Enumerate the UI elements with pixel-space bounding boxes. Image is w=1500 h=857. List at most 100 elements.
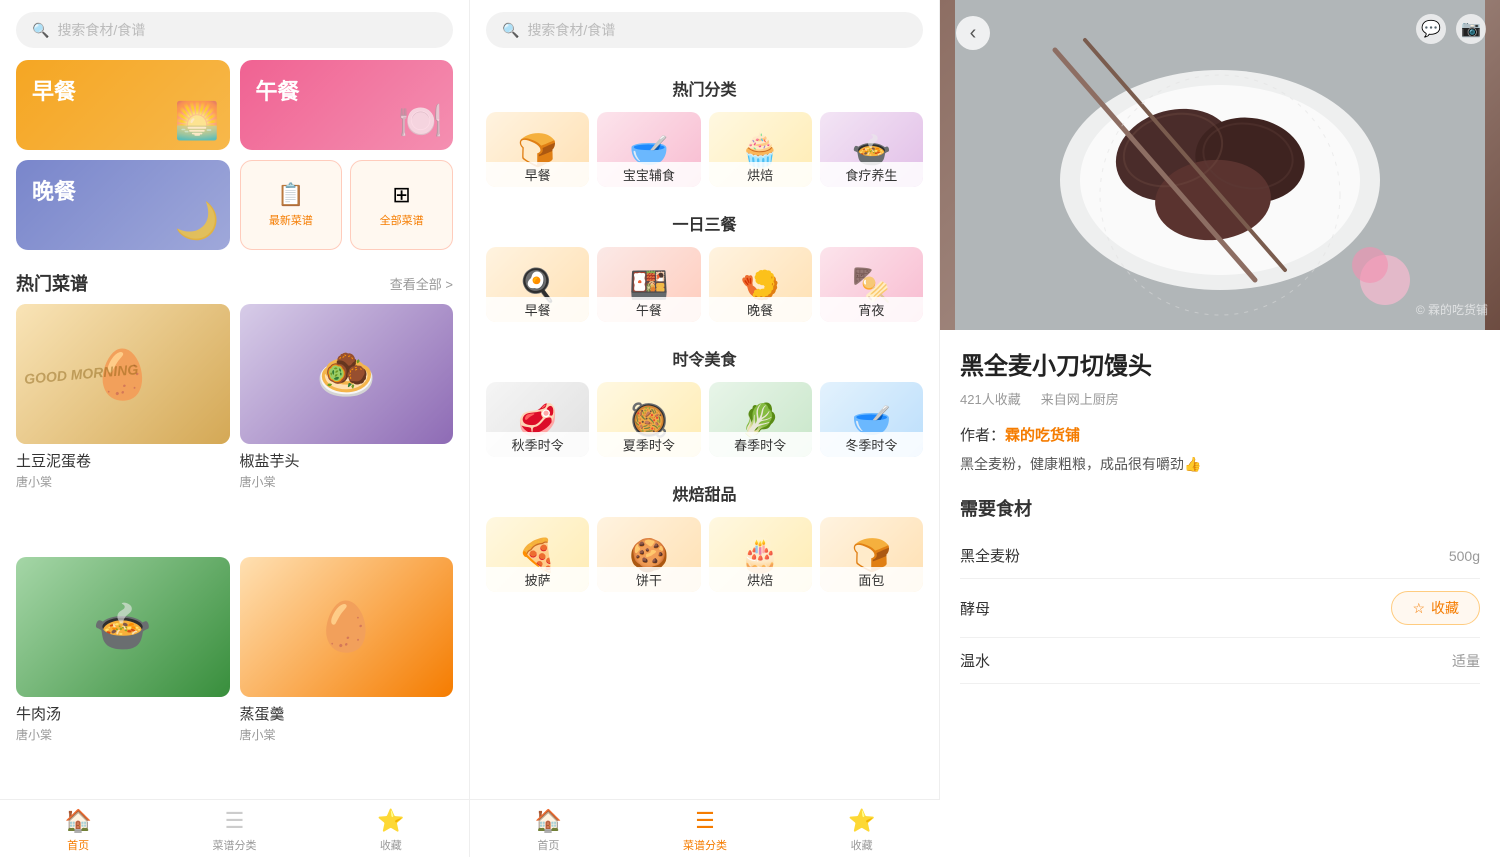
middle-nav-home[interactable]: 🏠 首页 — [470, 808, 627, 853]
tile-evening[interactable]: 🍤 晚餐 — [709, 247, 812, 322]
tile-cake-label: 烘焙 — [709, 567, 812, 592]
cat-dinner-icon: 🌙 — [175, 200, 220, 242]
right-panel: ‹ © 霖的吃货铺 💬 📷 黑全麦小刀切馒头 421人收藏 来自网上厨房 作者：… — [940, 0, 1500, 857]
left-search-placeholder: 搜索食材/食谱 — [57, 20, 145, 40]
baking-section: 烘焙甜品 🍕 披萨 🍪 饼干 🎂 烘焙 🍞 面包 — [470, 465, 939, 600]
tile-spring[interactable]: 🥬 春季时令 — [709, 382, 812, 457]
left-search-bar[interactable]: 🔍 搜索食材/食谱 — [16, 12, 453, 48]
top-action-icons: 💬 📷 — [1416, 14, 1486, 44]
back-icon: ‹ — [970, 22, 977, 45]
tile-cookie[interactable]: 🍪 饼干 — [597, 517, 700, 592]
recipe-desc: 黑全麦粉，健康粗粮，成品很有嚼劲👍 — [960, 453, 1480, 475]
cat-dinner[interactable]: 晚餐 🌙 — [16, 160, 230, 250]
ingredient-name-1: 酵母 — [960, 598, 990, 619]
tile-health[interactable]: 🍲 食疗养生 — [820, 112, 923, 187]
recipe-card-2[interactable]: 🍲 牛肉汤 唐小棠 — [16, 557, 230, 800]
all-recipes-icon: ⊞ — [392, 182, 410, 208]
tile-autumn-label: 秋季时令 — [486, 432, 589, 457]
tile-pizza[interactable]: 🍕 披萨 — [486, 517, 589, 592]
seasonal-section: 时令美食 🥩 秋季时令 🥘 夏季时令 🥬 春季时令 🥣 冬季时令 — [470, 330, 939, 465]
left-nav-collect-label: 收藏 — [380, 837, 402, 853]
middle-nav-collect-label: 收藏 — [851, 837, 873, 853]
recipe-author-0: 唐小棠 — [16, 473, 230, 490]
tile-bread[interactable]: 🍞 面包 — [820, 517, 923, 592]
middle-nav-home-label: 首页 — [537, 837, 559, 853]
tile-late[interactable]: 🍢 宵夜 — [820, 247, 923, 322]
tile-health-label: 食疗养生 — [820, 162, 923, 187]
hot-recipes-title: 热门菜谱 — [16, 270, 88, 296]
cat-lunch[interactable]: 午餐 🍽️ — [240, 60, 454, 150]
tile-cookie-label: 饼干 — [597, 567, 700, 592]
left-nav-collect[interactable]: ⭐ 收藏 — [313, 808, 469, 853]
tile-summer-label: 夏季时令 — [597, 432, 700, 457]
tile-late-label: 宵夜 — [820, 297, 923, 322]
recipe-img-3: 🥚 — [240, 557, 454, 697]
recipe-details: 黑全麦小刀切馒头 421人收藏 来自网上厨房 作者：霖的吃货铺 黑全麦粉，健康粗… — [940, 330, 1500, 857]
cat-breakfast-icon: 🌅 — [175, 100, 220, 142]
tile-noon-label: 午餐 — [597, 297, 700, 322]
tile-winter[interactable]: 🥣 冬季时令 — [820, 382, 923, 457]
recipe-meta: 421人收藏 来自网上厨房 — [960, 389, 1480, 408]
tile-baby[interactable]: 🥣 宝宝辅食 — [597, 112, 700, 187]
recipe-author-3: 唐小棠 — [240, 726, 454, 743]
recipe-card-1[interactable]: 🧆 椒盐芋头 唐小棠 — [240, 304, 454, 547]
wechat-icon[interactable]: 💬 — [1416, 14, 1446, 44]
left-nav-category[interactable]: ☰ 菜谱分类 — [156, 808, 312, 853]
back-button[interactable]: ‹ — [956, 16, 990, 50]
tile-spring-label: 春季时令 — [709, 432, 812, 457]
ingredient-amount-2: 适量 — [1452, 651, 1480, 671]
left-panel: 🔍 搜索食材/食谱 早餐 🌅 午餐 🍽️ 晚餐 🌙 📋 最新菜谱 ⊞ 全部 — [0, 0, 470, 857]
collect-count: 421人收藏 — [960, 389, 1021, 408]
tile-bread-label: 面包 — [820, 567, 923, 592]
recipe-name-2: 牛肉汤 — [16, 703, 230, 724]
camera-icon[interactable]: 📷 — [1456, 14, 1486, 44]
cat-all-recipes[interactable]: ⊞ 全部菜谱 — [350, 160, 453, 250]
cat-all-label: 全部菜谱 — [380, 212, 424, 228]
cat-breakfast[interactable]: 早餐 🌅 — [16, 60, 230, 150]
left-nav-home[interactable]: 🏠 首页 — [0, 808, 156, 853]
tile-autumn[interactable]: 🥩 秋季时令 — [486, 382, 589, 457]
recipe-card-0[interactable]: GOOD MORNING 🥚 土豆泥蛋卷 唐小棠 — [16, 304, 230, 547]
ingredient-row-1: 酵母 ☆ 收藏 — [960, 579, 1480, 638]
middle-search-icon: 🔍 — [502, 22, 519, 39]
tile-baking-label: 烘焙 — [709, 162, 812, 187]
tile-baby-label: 宝宝辅食 — [597, 162, 700, 187]
middle-content: 热门分类 🍞 早餐 🥣 宝宝辅食 🧁 烘焙 🍲 食疗养生 — [470, 60, 939, 857]
recipe-grid: GOOD MORNING 🥚 土豆泥蛋卷 唐小棠 🧆 椒盐芋头 唐小棠 🍲 — [0, 304, 469, 799]
tile-noon[interactable]: 🍱 午餐 — [597, 247, 700, 322]
middle-collect-icon: ⭐ — [848, 808, 875, 834]
middle-nav-collect[interactable]: ⭐ 收藏 — [783, 808, 940, 853]
view-all-btn[interactable]: 查看全部 > — [390, 274, 453, 293]
middle-nav-category[interactable]: ☰ 菜谱分类 — [627, 808, 784, 853]
ingredient-row-2: 温水 适量 — [960, 638, 1480, 684]
left-nav-home-label: 首页 — [67, 837, 89, 853]
middle-nav-category-label: 菜谱分类 — [683, 837, 727, 853]
tile-morning-label: 早餐 — [486, 297, 589, 322]
recipe-author-2: 唐小棠 — [16, 726, 230, 743]
three-meals-section: 一日三餐 🍳 早餐 🍱 午餐 🍤 晚餐 🍢 宵夜 — [470, 195, 939, 330]
recipe-card-3[interactable]: 🥚 蒸蛋羹 唐小棠 — [240, 557, 454, 800]
seasonal-grid: 🥩 秋季时令 🥘 夏季时令 🥬 春季时令 🥣 冬季时令 — [486, 382, 923, 457]
tile-morning[interactable]: 🍳 早餐 — [486, 247, 589, 322]
tile-baking[interactable]: 🧁 烘焙 — [709, 112, 812, 187]
tile-winter-label: 冬季时令 — [820, 432, 923, 457]
category-icon: ☰ — [225, 808, 245, 834]
recipe-img-0: GOOD MORNING 🥚 — [16, 304, 230, 444]
middle-category-icon: ☰ — [695, 808, 715, 834]
tile-summer[interactable]: 🥘 夏季时令 — [597, 382, 700, 457]
baking-title: 烘焙甜品 — [486, 481, 923, 505]
new-recipes-icon: 📋 — [277, 182, 304, 208]
home-icon: 🏠 — [64, 808, 91, 834]
tile-cake[interactable]: 🎂 烘焙 — [709, 517, 812, 592]
tile-evening-label: 晚餐 — [709, 297, 812, 322]
ingredients-title: 需要食材 — [960, 495, 1480, 521]
tile-breakfast[interactable]: 🍞 早餐 — [486, 112, 589, 187]
middle-panel: 🔍 搜索食材/食谱 热门分类 🍞 早餐 🥣 宝宝辅食 🧁 烘焙 — [470, 0, 940, 857]
middle-bottom-nav: 🏠 首页 ☰ 菜谱分类 ⭐ 收藏 — [470, 799, 940, 857]
cat-new-recipes[interactable]: 📋 最新菜谱 — [240, 160, 343, 250]
recipe-hero: ‹ © 霖的吃货铺 💬 📷 — [940, 0, 1500, 330]
recipe-img-1: 🧆 — [240, 304, 454, 444]
middle-search-bar[interactable]: 🔍 搜索食材/食谱 — [486, 12, 923, 48]
collect-button[interactable]: ☆ 收藏 — [1391, 591, 1480, 625]
ingredient-row-0: 黑全麦粉 500g — [960, 533, 1480, 579]
